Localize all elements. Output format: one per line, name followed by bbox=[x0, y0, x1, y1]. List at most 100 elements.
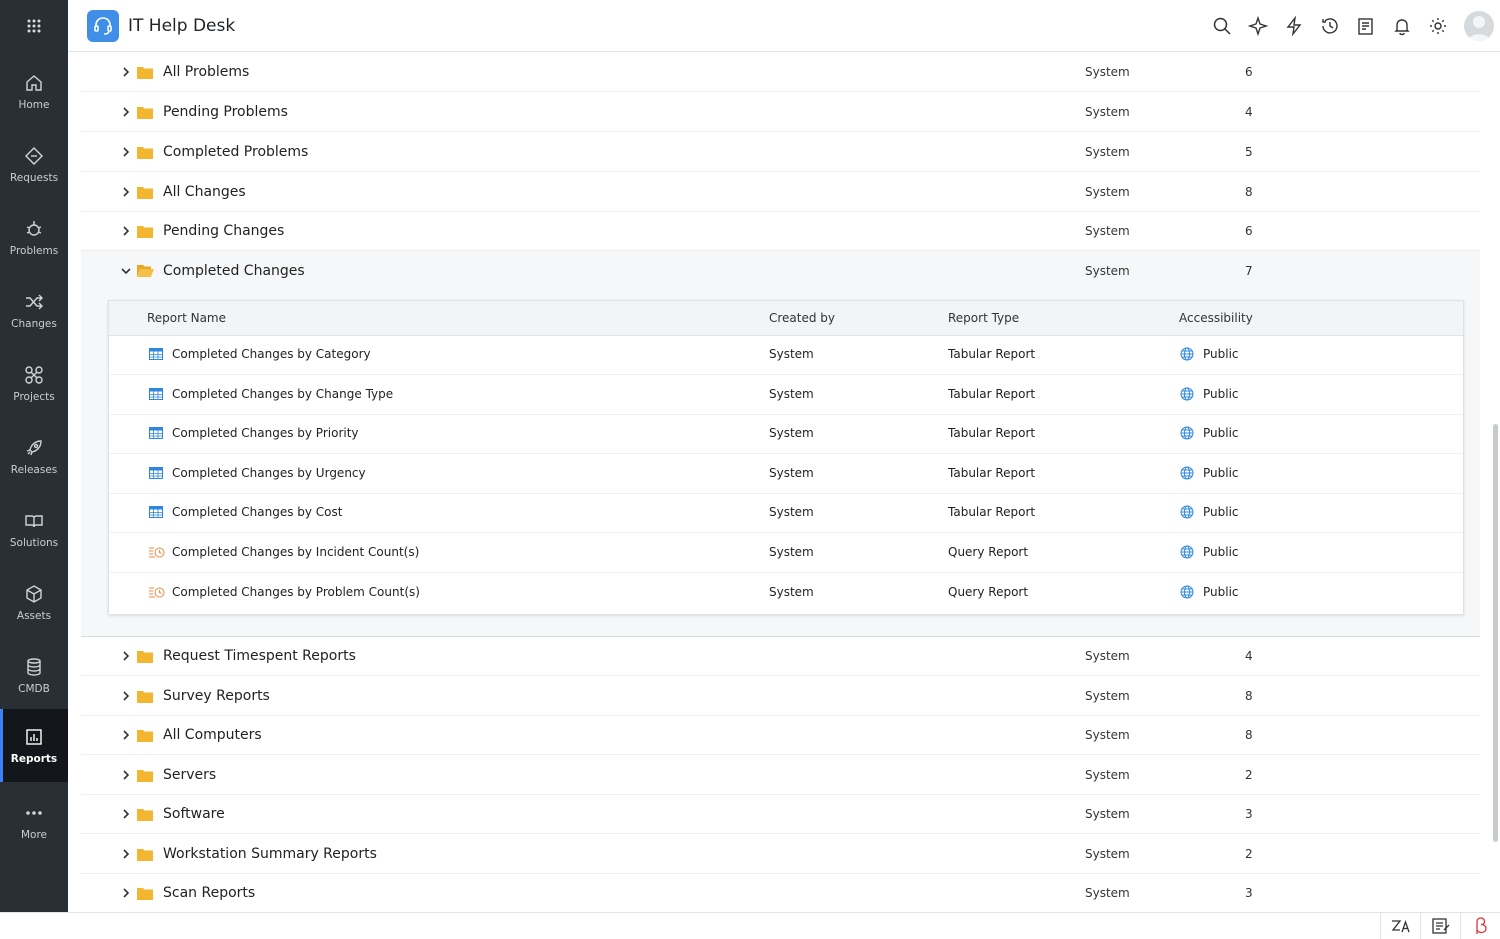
notifications-button[interactable] bbox=[1384, 8, 1420, 44]
globe-icon bbox=[1180, 466, 1194, 480]
folder-name[interactable]: Servers bbox=[163, 767, 216, 783]
chevron-right-icon[interactable] bbox=[119, 807, 133, 821]
avatar[interactable] bbox=[1464, 10, 1494, 41]
column-header-created-by[interactable]: Created by bbox=[769, 311, 835, 325]
reports-subtable: Report Name Created by Report Type Acces… bbox=[108, 300, 1464, 615]
chevron-right-icon[interactable] bbox=[119, 105, 133, 119]
nav-label: CMDB bbox=[18, 682, 50, 695]
folder-row[interactable]: Pending Problems System 4 bbox=[81, 92, 1480, 132]
folder-row[interactable]: Servers System 2 bbox=[81, 755, 1480, 795]
chevron-right-icon[interactable] bbox=[119, 65, 133, 79]
quick-actions-button[interactable] bbox=[1276, 8, 1312, 44]
report-name-link[interactable]: Completed Changes by Urgency bbox=[172, 466, 366, 480]
folder-row[interactable]: All Problems System 6 bbox=[81, 52, 1480, 92]
beta-button[interactable] bbox=[1460, 913, 1500, 939]
report-row[interactable]: Completed Changes by Urgency System Tabu… bbox=[109, 454, 1463, 494]
grid-icon bbox=[27, 19, 41, 33]
folder-row[interactable]: Completed Problems System 5 bbox=[81, 132, 1480, 172]
app-logo bbox=[87, 9, 119, 42]
folder-row[interactable]: Scan Reports System 3 bbox=[81, 873, 1480, 912]
nav-label: Problems bbox=[9, 244, 59, 257]
report-name-link[interactable]: Completed Changes by Problem Count(s) bbox=[172, 585, 420, 599]
nav-solutions[interactable]: Solutions bbox=[0, 493, 68, 566]
report-row[interactable]: Completed Changes by Incident Count(s) S… bbox=[109, 533, 1463, 573]
vertical-scrollbar[interactable] bbox=[1493, 424, 1498, 842]
search-button[interactable] bbox=[1204, 8, 1240, 44]
notes-button[interactable] bbox=[1348, 8, 1384, 44]
chevron-right-icon[interactable] bbox=[119, 649, 133, 663]
app-launcher-button[interactable] bbox=[0, 0, 68, 52]
folder-name[interactable]: Completed Changes bbox=[163, 263, 305, 279]
chevron-right-icon[interactable] bbox=[119, 886, 133, 900]
nav-reports[interactable]: Reports bbox=[0, 709, 68, 782]
tabular-report-icon bbox=[149, 506, 163, 518]
report-row[interactable]: Completed Changes by Category System Tab… bbox=[109, 335, 1463, 375]
folder-name[interactable]: Pending Problems bbox=[163, 104, 288, 120]
settings-button[interactable] bbox=[1420, 8, 1456, 44]
nav-changes[interactable]: Changes bbox=[0, 274, 68, 347]
report-name-link[interactable]: Completed Changes by Category bbox=[172, 347, 371, 361]
folder-count: 2 bbox=[1245, 846, 1253, 861]
folder-row[interactable]: All Changes System 8 bbox=[81, 172, 1480, 212]
nav-home[interactable]: Home bbox=[0, 55, 68, 128]
reports-list: All Problems System 6 Pending Problems S… bbox=[68, 52, 1492, 912]
column-header-report-type[interactable]: Report Type bbox=[948, 311, 1019, 325]
folder-name[interactable]: Scan Reports bbox=[163, 885, 255, 901]
chevron-right-icon[interactable] bbox=[119, 728, 133, 742]
folder-name[interactable]: Completed Problems bbox=[163, 144, 308, 160]
folder-row[interactable]: Survey Reports System 8 bbox=[81, 676, 1480, 716]
column-header-report-name[interactable]: Report Name bbox=[147, 311, 226, 325]
nav-cmdb[interactable]: CMDB bbox=[0, 639, 68, 712]
chevron-right-icon[interactable] bbox=[119, 689, 133, 703]
report-name-link[interactable]: Completed Changes by Incident Count(s) bbox=[172, 545, 419, 559]
nav-more[interactable]: More bbox=[0, 782, 68, 862]
folder-count: 6 bbox=[1245, 64, 1253, 79]
app-title: IT Help Desk bbox=[128, 15, 236, 36]
folder-name[interactable]: All Changes bbox=[163, 184, 246, 200]
column-header-accessibility[interactable]: Accessibility bbox=[1179, 311, 1253, 325]
query-report-icon bbox=[149, 587, 165, 598]
report-accessibility: Public bbox=[1203, 505, 1239, 519]
nav-requests[interactable]: Requests bbox=[0, 128, 68, 201]
translate-button[interactable] bbox=[1380, 913, 1421, 939]
folder-icon bbox=[137, 887, 153, 900]
report-name-link[interactable]: Completed Changes by Priority bbox=[172, 426, 359, 440]
folder-count: 6 bbox=[1245, 223, 1253, 238]
chevron-right-icon[interactable] bbox=[119, 768, 133, 782]
report-row[interactable]: Completed Changes by Priority System Tab… bbox=[109, 414, 1463, 454]
folder-name[interactable]: Software bbox=[163, 806, 225, 822]
chevron-right-icon[interactable] bbox=[119, 847, 133, 861]
expanded-folder-header[interactable]: Completed Changes System 7 bbox=[81, 251, 1480, 290]
chevron-down-icon[interactable] bbox=[119, 264, 133, 278]
folder-open-icon bbox=[137, 265, 154, 277]
folder-name[interactable]: Pending Changes bbox=[163, 223, 284, 239]
report-row[interactable]: Completed Changes by Change Type System … bbox=[109, 375, 1463, 415]
nav-problems[interactable]: Problems bbox=[0, 201, 68, 274]
report-name-link[interactable]: Completed Changes by Change Type bbox=[172, 387, 393, 401]
quick-create-button[interactable] bbox=[1240, 8, 1276, 44]
folder-row[interactable]: All Computers System 8 bbox=[81, 715, 1480, 755]
folder-name[interactable]: Survey Reports bbox=[163, 688, 270, 704]
folder-name[interactable]: All Computers bbox=[163, 727, 262, 743]
chevron-right-icon[interactable] bbox=[119, 185, 133, 199]
report-type: Tabular Report bbox=[948, 347, 1036, 361]
folder-count: 8 bbox=[1245, 688, 1253, 703]
report-row[interactable]: Completed Changes by Problem Count(s) Sy… bbox=[109, 573, 1463, 612]
history-button[interactable] bbox=[1312, 8, 1348, 44]
folder-created-by: System bbox=[1085, 184, 1130, 199]
chevron-right-icon[interactable] bbox=[119, 224, 133, 238]
folder-row[interactable]: Pending Changes System 6 bbox=[81, 211, 1480, 251]
folder-row[interactable]: Request Timespent Reports System 4 bbox=[81, 636, 1480, 676]
folder-name[interactable]: All Problems bbox=[163, 64, 249, 80]
folder-row[interactable]: Workstation Summary Reports System 2 bbox=[81, 834, 1480, 874]
nav-releases[interactable]: Releases bbox=[0, 420, 68, 493]
report-name-link[interactable]: Completed Changes by Cost bbox=[172, 505, 342, 519]
nav-projects[interactable]: Projects bbox=[0, 347, 68, 420]
chevron-right-icon[interactable] bbox=[119, 145, 133, 159]
report-row[interactable]: Completed Changes by Cost System Tabular… bbox=[109, 493, 1463, 533]
folder-name[interactable]: Workstation Summary Reports bbox=[163, 846, 377, 862]
nav-assets[interactable]: Assets bbox=[0, 566, 68, 639]
folder-row[interactable]: Software System 3 bbox=[81, 794, 1480, 834]
folder-name[interactable]: Request Timespent Reports bbox=[163, 648, 356, 664]
notes-footer-button[interactable] bbox=[1420, 913, 1461, 939]
